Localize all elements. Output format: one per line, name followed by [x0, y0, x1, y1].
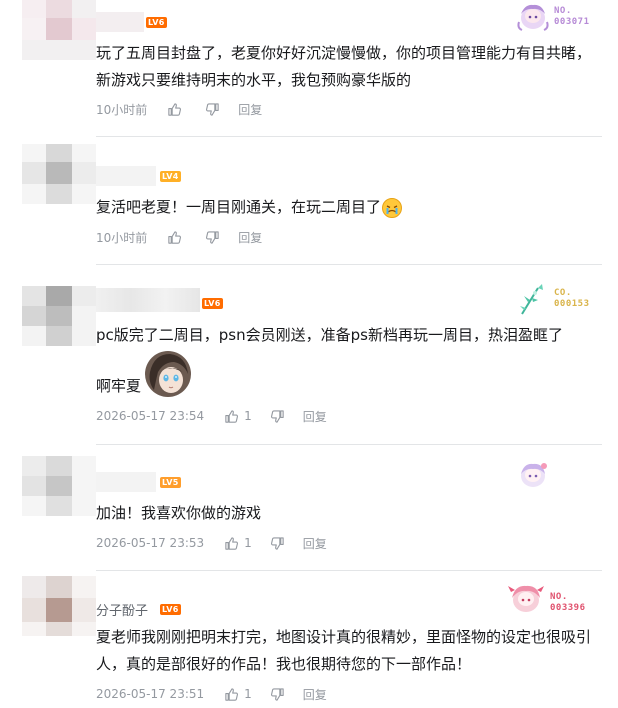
- chibi-character-pendant-icon: [521, 463, 547, 487]
- level-badge: LV6: [146, 17, 167, 28]
- comment-text: pc版完了二周目，psn会员刚送，准备ps新档再玩一周目，热泪盈眶了: [96, 326, 563, 344]
- thumb-down-icon: [270, 536, 284, 550]
- avatar[interactable]: [22, 144, 96, 204]
- username[interactable]: [96, 472, 156, 492]
- dislike-button[interactable]: [270, 536, 285, 551]
- username[interactable]: 分子酚子: [96, 598, 148, 620]
- divider: [96, 444, 602, 445]
- like-count: 1: [244, 536, 252, 550]
- level-badge: LV4: [160, 171, 181, 182]
- thumb-down-icon: [270, 409, 284, 423]
- thumb-up-icon: [225, 409, 239, 423]
- timestamp: 10小时前: [96, 102, 148, 117]
- fan-badge-pendant: NO. 003071: [516, 2, 606, 36]
- divider: [96, 136, 602, 137]
- comment-text: 夏老师我刚刚把明末打完，地图设计真的很精妙，里面怪物的设定也很吸引人，真的是部很…: [96, 628, 592, 673]
- username[interactable]: [96, 166, 156, 186]
- avatar[interactable]: [22, 286, 96, 346]
- crying-emoji-icon: [382, 197, 403, 218]
- pink-hair-girl-pendant-icon: [508, 585, 544, 612]
- timestamp: 2026-05-17 23:53: [96, 536, 205, 550]
- like-count: 1: [244, 687, 252, 701]
- comment-text: 啊牢夏: [96, 350, 592, 398]
- fan-badge-label: NO.: [550, 592, 568, 602]
- comment-text: 加油！我喜欢你做的游戏: [96, 504, 262, 522]
- fan-badge-number: 003071: [554, 17, 590, 27]
- username[interactable]: [96, 288, 200, 312]
- avatar[interactable]: [22, 456, 96, 516]
- like-button[interactable]: [167, 102, 187, 117]
- fan-badge-number: 000153: [554, 299, 590, 309]
- fan-badge-pendant: NO. 003396: [506, 582, 596, 616]
- thumb-up-icon: [225, 536, 239, 550]
- timestamp: 2026-05-17 23:54: [96, 409, 205, 423]
- reply-button[interactable]: 回复: [238, 229, 262, 246]
- level-badge: LV5: [160, 477, 181, 488]
- comment-actions: 10小时前 回复: [96, 99, 280, 119]
- thumb-down-icon: [206, 102, 219, 116]
- comment-actions: 10小时前 回复: [96, 227, 280, 247]
- dislike-button[interactable]: [205, 230, 220, 245]
- like-button[interactable]: 1: [224, 687, 252, 702]
- fan-badge-label: NO.: [554, 6, 572, 16]
- divider: [96, 264, 602, 265]
- fan-badge-label: CO.: [554, 288, 572, 298]
- thumb-up-icon: [225, 687, 239, 701]
- reply-button[interactable]: 回复: [303, 535, 327, 552]
- fan-badge-number: 003396: [550, 603, 586, 613]
- comment-text: 玩了五周目封盘了，老夏你好好沉淀慢慢做，你的项目管理能力有目共睹，新游戏只要维持…: [96, 44, 592, 89]
- avatar[interactable]: [22, 0, 96, 60]
- comment-actions: 2026-05-17 23:51 1 回复: [96, 684, 345, 704]
- fan-badge-pendant: [516, 460, 606, 494]
- fan-badge-pendant: CO. 000153: [516, 282, 606, 316]
- level-badge: LV6: [202, 298, 223, 309]
- comment-text: 复活吧老夏！一周目刚通关，在玩二周目了: [96, 194, 592, 221]
- thumb-up-icon: [168, 230, 182, 244]
- comment-text-body: 复活吧老夏！一周目刚通关，在玩二周目了: [96, 198, 382, 216]
- comment-actions: 2026-05-17 23:54 1 回复: [96, 406, 345, 426]
- like-button[interactable]: [167, 230, 187, 245]
- crystal-leaf-pendant-icon: [520, 284, 543, 315]
- like-count: 1: [244, 409, 252, 423]
- like-button[interactable]: 1: [224, 536, 252, 551]
- dislike-button[interactable]: [270, 409, 285, 424]
- reply-button[interactable]: 回复: [303, 408, 327, 425]
- timestamp: 2026-05-17 23:51: [96, 687, 205, 701]
- anime-girl-pendant-icon: [517, 4, 549, 31]
- avatar[interactable]: [22, 576, 96, 636]
- dislike-button[interactable]: [270, 687, 285, 702]
- comment-actions: 2026-05-17 23:53 1 回复: [96, 533, 345, 553]
- username[interactable]: [96, 12, 144, 32]
- anime-character-emote-icon: [145, 351, 191, 397]
- reply-button[interactable]: 回复: [238, 101, 262, 118]
- thumb-down-icon: [206, 230, 219, 244]
- dislike-button[interactable]: [205, 102, 220, 117]
- reply-button[interactable]: 回复: [303, 686, 327, 703]
- thumb-up-icon: [168, 102, 182, 116]
- divider: [96, 570, 602, 571]
- level-badge: LV6: [160, 604, 181, 615]
- comment-text-body: 啊牢夏: [96, 377, 142, 395]
- timestamp: 10小时前: [96, 230, 148, 245]
- like-button[interactable]: 1: [224, 409, 252, 424]
- thumb-down-icon: [270, 687, 284, 701]
